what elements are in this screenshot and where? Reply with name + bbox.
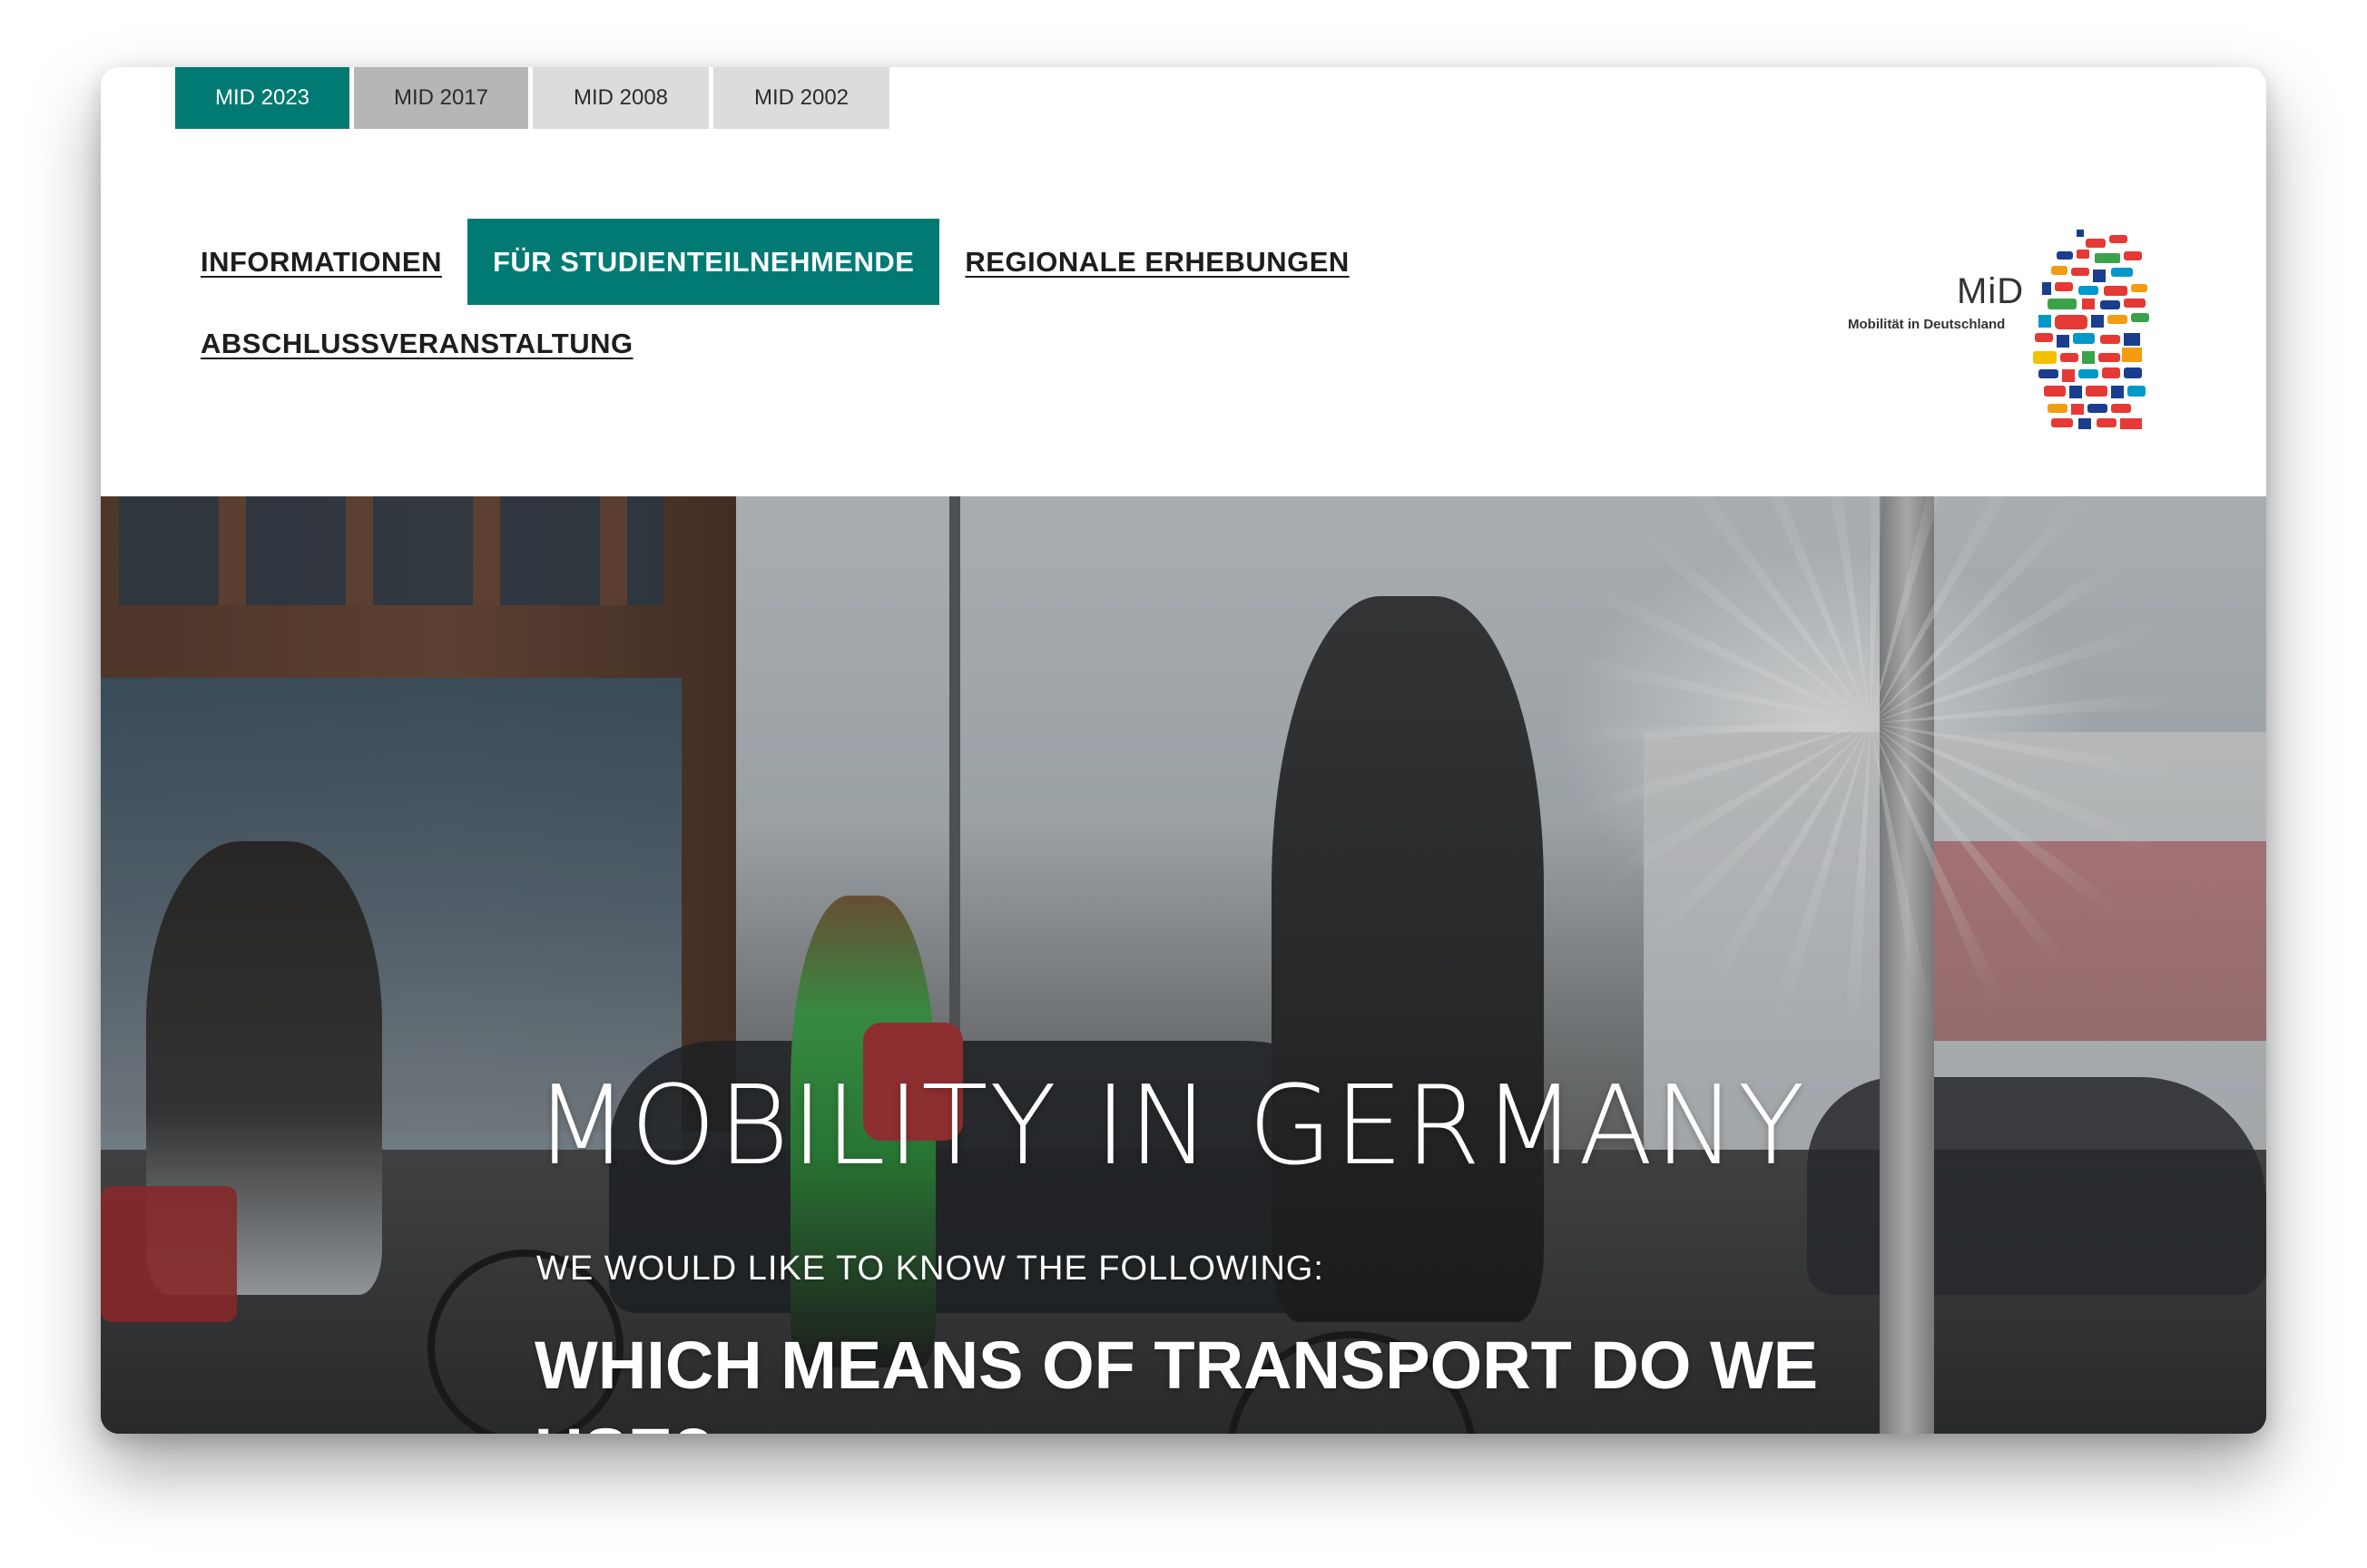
main-navigation: INFORMATIONEN FÜR STUDIENTEILNEHMENDE RE… <box>201 219 1471 367</box>
hero-title: MOBILITY IN GERMANY <box>535 1063 1807 1191</box>
tab-mid-2008[interactable]: MID 2008 <box>533 67 709 129</box>
tab-mid-2017[interactable]: MID 2017 <box>354 67 528 129</box>
hero-banner: MOBILITY IN GERMANY WE WOULD LIKE TO KNO… <box>101 496 2266 1434</box>
mid-logo[interactable]: MiD Mobilität in Deutschland <box>1757 158 2156 430</box>
logo-subtitle: Mobilität in Deutschland <box>1848 317 2006 332</box>
browser-window: MID 2023 MID 2017 MID 2008 MID 2002 INFO… <box>101 67 2266 1434</box>
nav-item-regionale-erhebungen[interactable]: REGIONALE ERHEBUNGEN <box>939 219 1374 305</box>
hero-question: WHICH MEANS OF TRANSPORT DO WE USE? <box>535 1328 1819 1434</box>
hero-subtitle: WE WOULD LIKE TO KNOW THE FOLLOWING: <box>536 1250 1324 1288</box>
version-tabs: MID 2023 MID 2017 MID 2008 MID 2002 <box>175 67 889 129</box>
nav-row-primary: INFORMATIONEN FÜR STUDIENTEILNEHMENDE RE… <box>201 219 1471 305</box>
tab-mid-2002[interactable]: MID 2002 <box>713 67 889 129</box>
germany-map-icon <box>2033 230 2149 429</box>
tab-mid-2023[interactable]: MID 2023 <box>175 67 349 129</box>
nav-item-studienteilnehmende[interactable]: FÜR STUDIENTEILNEHMENDE <box>467 219 940 305</box>
nav-item-informationen[interactable]: INFORMATIONEN <box>201 219 467 305</box>
nav-item-abschlussveranstaltung[interactable]: ABSCHLUSSVERANSTALTUNG <box>201 321 659 367</box>
logo-title: MiD <box>1957 271 2025 311</box>
nav-row-secondary: ABSCHLUSSVERANSTALTUNG <box>201 321 1471 367</box>
